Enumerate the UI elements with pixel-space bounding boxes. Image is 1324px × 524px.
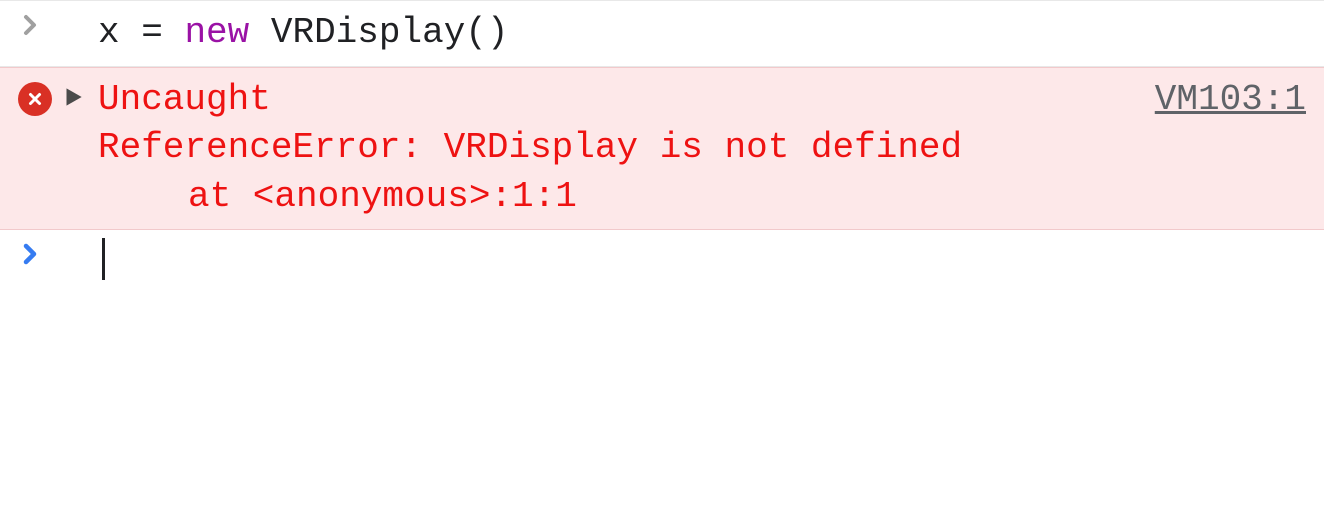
command-content[interactable]: x = new VRDisplay() (98, 9, 1306, 58)
console-command-row: x = new VRDisplay() (0, 0, 1324, 67)
code-line: x = new VRDisplay() (98, 12, 509, 53)
token-operator: = (141, 12, 163, 53)
error-header: Uncaught ReferenceError: VRDisplay is no… (98, 76, 1306, 173)
expand-error-toggle[interactable] (54, 76, 98, 110)
prompt-chevron-icon (18, 9, 54, 37)
token-open-paren: ( (465, 12, 487, 53)
error-source-link[interactable]: VM103:1 (1155, 76, 1306, 125)
error-message: Uncaught ReferenceError: VRDisplay is no… (98, 76, 1155, 173)
token-variable: x (98, 12, 120, 53)
token-keyword-new: new (184, 12, 249, 53)
error-icon-gutter (18, 76, 54, 116)
error-stack: at <anonymous>:1:1 (98, 173, 1306, 222)
stack-frame: at <anonymous>:1:1 (188, 176, 577, 217)
token-identifier: VRDisplay (271, 12, 465, 53)
devtools-console: x = new VRDisplay() (0, 0, 1324, 288)
active-prompt-chevron-icon (18, 238, 54, 266)
token-close-paren: ) (487, 12, 509, 53)
console-error-row: Uncaught ReferenceError: VRDisplay is no… (0, 67, 1324, 231)
error-icon (18, 82, 52, 116)
console-input[interactable] (98, 238, 1306, 280)
text-cursor (102, 238, 105, 280)
error-text: ReferenceError: VRDisplay is not defined (98, 127, 962, 168)
error-content: Uncaught ReferenceError: VRDisplay is no… (98, 76, 1306, 222)
console-input-row[interactable] (0, 230, 1324, 288)
error-prefix: Uncaught (98, 79, 271, 120)
